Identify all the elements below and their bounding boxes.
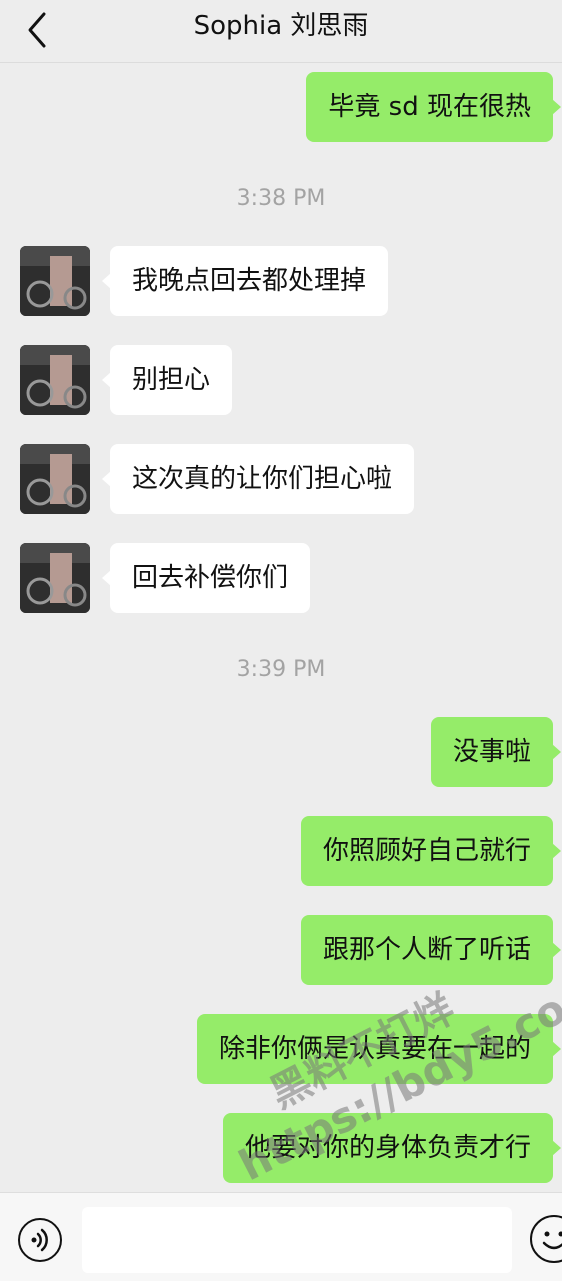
incoming-bubble[interactable]: 回去补偿你们 xyxy=(110,543,310,613)
voice-button[interactable] xyxy=(18,1218,62,1262)
outgoing-bubble[interactable]: 你照顾好自己就行 xyxy=(301,816,553,886)
outgoing-bubble[interactable]: 毕竟 sd 现在很热 xyxy=(306,72,553,142)
voice-icon xyxy=(20,1220,60,1260)
message-input[interactable] xyxy=(82,1207,512,1273)
avatar-image xyxy=(20,345,90,415)
avatar-image xyxy=(20,444,90,514)
outgoing-bubble[interactable]: 除非你俩是认真要在一起的 xyxy=(197,1014,553,1084)
input-bar xyxy=(0,1192,562,1281)
timestamp: 3:38 PM xyxy=(0,186,562,211)
incoming-bubble[interactable]: 别担心 xyxy=(110,345,232,415)
emoji-icon xyxy=(532,1217,562,1261)
avatar-image xyxy=(20,543,90,613)
avatar[interactable] xyxy=(20,543,90,613)
avatar[interactable] xyxy=(20,444,90,514)
incoming-bubble[interactable]: 这次真的让你们担心啦 xyxy=(110,444,414,514)
outgoing-bubble[interactable]: 没事啦 xyxy=(431,717,553,787)
timestamp: 3:39 PM xyxy=(0,657,562,682)
chat-title: Sophia 刘思雨 xyxy=(0,0,562,52)
avatar[interactable] xyxy=(20,345,90,415)
avatar-image xyxy=(20,246,90,316)
avatar[interactable] xyxy=(20,246,90,316)
chat-header: Sophia 刘思雨 xyxy=(0,0,562,63)
outgoing-bubble[interactable]: 他要对你的身体负责才行 xyxy=(223,1113,553,1183)
emoji-button[interactable] xyxy=(530,1215,562,1263)
incoming-bubble[interactable]: 我晚点回去都处理掉 xyxy=(110,246,388,316)
outgoing-bubble[interactable]: 跟那个人断了听话 xyxy=(301,915,553,985)
